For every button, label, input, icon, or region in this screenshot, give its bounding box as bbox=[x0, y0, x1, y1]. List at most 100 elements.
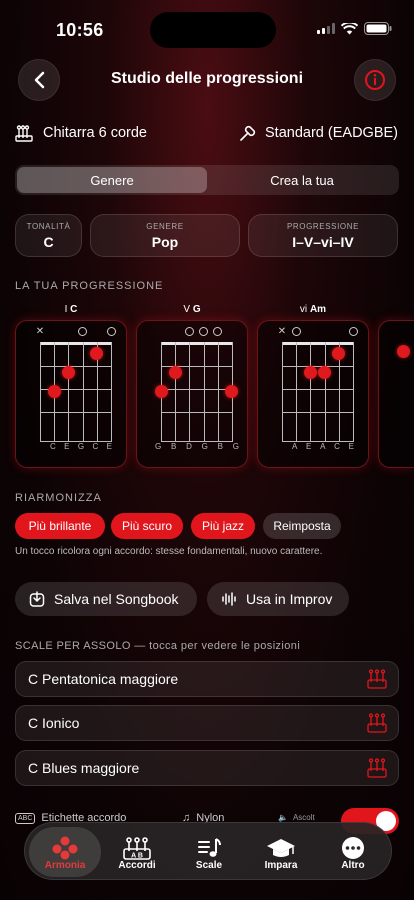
chord-numeral: vi bbox=[299, 304, 308, 315]
key-pill-label: TONALITÀ bbox=[26, 222, 71, 231]
mode-segmented-control[interactable]: Genere Crea la tua bbox=[15, 165, 399, 195]
progression-pill-value: I–V–vi–IV bbox=[292, 234, 354, 250]
harmony-icon bbox=[52, 836, 78, 860]
tab-label: Altro bbox=[341, 860, 365, 871]
tab-label: Accordi bbox=[118, 860, 156, 871]
chord-notes: AEACE bbox=[292, 442, 354, 451]
scale-name: C Pentatonica maggiore bbox=[28, 671, 179, 687]
scales-icon bbox=[198, 838, 221, 857]
open-string-mark bbox=[185, 327, 194, 336]
chord-card-c[interactable]: ✕ CEGCE bbox=[15, 320, 127, 468]
key-pill-value: C bbox=[43, 234, 54, 250]
finger-dot bbox=[304, 366, 317, 379]
tab-accordi[interactable]: A B Accordi bbox=[101, 827, 173, 877]
chord-numeral: I bbox=[64, 304, 68, 315]
key-pill[interactable]: TONALITÀ C bbox=[15, 214, 82, 257]
scale-name: C Ionico bbox=[28, 715, 80, 731]
chord-title-1: I C bbox=[15, 304, 127, 315]
chord-card-next[interactable] bbox=[378, 320, 414, 468]
guitar-tab-icon bbox=[367, 669, 387, 689]
finger-dot bbox=[62, 366, 75, 379]
finger-dot bbox=[90, 347, 103, 360]
finger-dot bbox=[332, 347, 345, 360]
chord-title-3: vi Am bbox=[257, 304, 369, 315]
tab-label: Impara bbox=[264, 860, 298, 871]
finger-dot bbox=[397, 345, 410, 358]
reharm-section-title: RIARMONIZZA bbox=[15, 492, 102, 504]
genre-pill[interactable]: GENERE Pop bbox=[90, 214, 240, 257]
jazzier-chip[interactable]: Più jazz bbox=[191, 513, 255, 539]
brighter-chip[interactable]: Più brillante bbox=[15, 513, 105, 539]
chord-notes: GBDGBG bbox=[155, 442, 239, 451]
instrument-label: Chitarra 6 corde bbox=[43, 125, 147, 141]
listen-setting: 🔈 Ascolt bbox=[278, 813, 315, 822]
page-title: Studio delle progressioni bbox=[110, 70, 304, 87]
save-songbook-label: Salva nel Songbook bbox=[54, 591, 179, 607]
mute-mark: ✕ bbox=[35, 326, 45, 337]
chord-card-am[interactable]: ✕ AEACE bbox=[257, 320, 369, 468]
scale-row-pentatonic[interactable]: C Pentatonica maggiore bbox=[15, 661, 399, 697]
wifi-icon bbox=[341, 22, 358, 34]
chord-diagram: ✕ bbox=[36, 326, 116, 442]
guitar-tab-icon bbox=[367, 713, 387, 733]
speaker-icon: 🔈 bbox=[278, 813, 288, 822]
genre-pill-value: Pop bbox=[151, 234, 179, 250]
finger-dot bbox=[169, 366, 182, 379]
listen-label: Ascolt bbox=[292, 813, 315, 822]
tab-impara[interactable]: Impara bbox=[245, 827, 317, 877]
chord-name: Am bbox=[309, 304, 327, 315]
progression-pill[interactable]: PROGRESSIONE I–V–vi–IV bbox=[248, 214, 398, 257]
use-in-improv-label: Usa in Improv bbox=[246, 591, 333, 607]
open-string-mark bbox=[349, 327, 358, 336]
info-button[interactable] bbox=[354, 59, 396, 101]
scale-name: C Blues maggiore bbox=[28, 760, 140, 776]
chords-icon: A B bbox=[123, 837, 151, 860]
chord-diagram bbox=[155, 327, 238, 442]
save-icon bbox=[29, 591, 45, 607]
scales-section-title: SCALE PER ASSOLO — tocca per vedere le p… bbox=[15, 640, 301, 652]
instrument-selector[interactable]: Chitarra 6 corde bbox=[15, 124, 147, 142]
more-icon bbox=[342, 837, 364, 859]
battery-icon bbox=[364, 22, 392, 35]
tuning-selector[interactable]: Standard (EADGBE) bbox=[239, 124, 398, 142]
mute-mark: ✕ bbox=[277, 326, 287, 337]
chord-notes: CEGCE bbox=[50, 442, 112, 451]
progression-pill-label: PROGRESSIONE bbox=[286, 222, 360, 231]
signal-icon bbox=[317, 23, 335, 34]
tab-label: Scale bbox=[195, 860, 223, 871]
tab-armonia[interactable]: Armonia bbox=[29, 827, 101, 877]
reset-chip[interactable]: Reimposta bbox=[263, 513, 341, 539]
chord-numeral: V bbox=[183, 304, 191, 315]
abc-icon: ABC bbox=[15, 812, 36, 824]
tab-label: Armonia bbox=[44, 860, 86, 871]
open-string-mark bbox=[213, 327, 222, 336]
chord-title-2: V G bbox=[136, 304, 248, 315]
progression-section-title: LA TUA PROGRESSIONE bbox=[15, 280, 164, 292]
guitar-tab-icon bbox=[367, 758, 387, 778]
use-in-improv-button[interactable]: Usa in Improv bbox=[207, 582, 349, 616]
tab-scale[interactable]: Scale bbox=[173, 827, 245, 877]
open-string-mark bbox=[199, 327, 208, 336]
finger-dot bbox=[318, 366, 331, 379]
tab-altro[interactable]: Altro bbox=[317, 827, 389, 877]
save-songbook-button[interactable]: Salva nel Songbook bbox=[15, 582, 197, 616]
dynamic-island bbox=[150, 12, 276, 48]
open-string-mark bbox=[292, 327, 301, 336]
scale-row-ionian[interactable]: C Ionico bbox=[15, 705, 399, 741]
chord-name: C bbox=[70, 304, 78, 315]
chord-name: G bbox=[192, 304, 201, 315]
guitar-icon bbox=[15, 125, 33, 142]
darker-chip[interactable]: Più scuro bbox=[111, 513, 183, 539]
tuning-label: Standard (EADGBE) bbox=[265, 125, 398, 141]
status-time: 10:56 bbox=[56, 20, 104, 40]
scale-row-blues[interactable]: C Blues maggiore bbox=[15, 750, 399, 786]
segment-crea-la-tua[interactable]: Crea la tua bbox=[207, 167, 397, 193]
tab-bar: Armonia A B Accordi Scale Impara Altro bbox=[24, 822, 392, 880]
segment-genere[interactable]: Genere bbox=[17, 167, 207, 193]
chord-card-g[interactable]: GBDGBG bbox=[136, 320, 248, 468]
status-icons bbox=[317, 22, 392, 35]
open-string-mark bbox=[107, 327, 116, 336]
genre-pill-label: GENERE bbox=[146, 222, 184, 231]
info-icon bbox=[365, 70, 385, 90]
finger-dot bbox=[155, 385, 168, 398]
